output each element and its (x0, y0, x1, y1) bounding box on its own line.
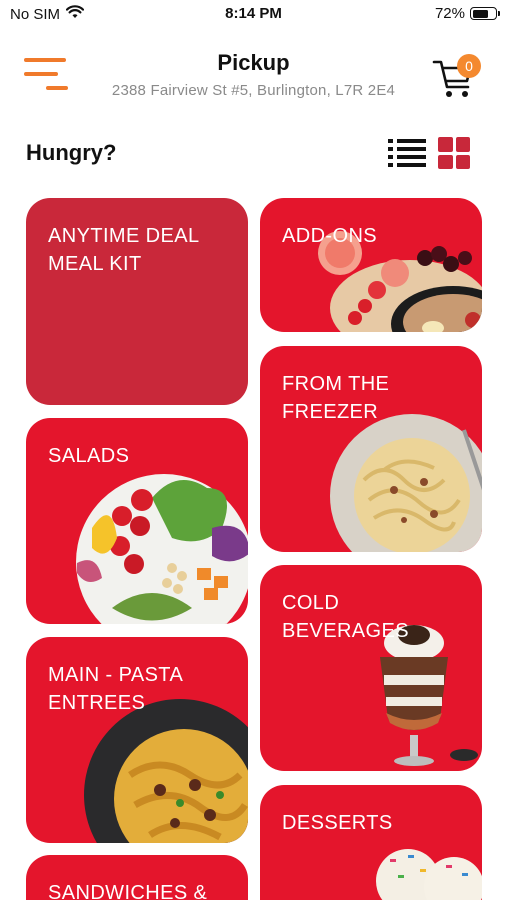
battery-icon (470, 7, 500, 20)
cart-button[interactable]: 0 (432, 54, 490, 98)
category-tile-salads[interactable]: SALADS (26, 418, 248, 624)
category-label: SANDWICHES & (48, 882, 208, 900)
category-tile-desserts[interactable]: DESSERTS (260, 785, 482, 900)
category-tile-meal-kit[interactable]: ANYTIME DEAL MEAL KIT (26, 198, 248, 405)
salad-bowl-image (76, 474, 248, 624)
category-tile-cold-beverages[interactable]: COLD BEVERAGES (260, 565, 482, 771)
battery-percent: 72% (434, 5, 465, 22)
category-label: DESSERTS (282, 812, 393, 834)
section-title: Hungry? (26, 140, 117, 165)
category-tile-pasta-entrees[interactable]: MAIN - PASTA ENTREES (26, 637, 248, 843)
page-title: Pickup (217, 50, 290, 75)
cart-count-badge: 0 (457, 54, 481, 78)
grid-cell (438, 137, 453, 152)
category-label: MAIN - PASTA ENTREES (48, 664, 183, 714)
category-tile-freezer[interactable]: FROM THE FREEZER (260, 346, 482, 552)
category-label: FROM THE FREEZER (282, 373, 390, 423)
battery-level (472, 9, 489, 18)
pickup-header[interactable]: Pickup 2388 Fairview St #5, Burlington, … (80, 50, 427, 99)
grid-view-icon[interactable] (438, 137, 470, 169)
pickup-address: 2388 Fairview St #5, Burlington, L7R 2E4 (111, 82, 396, 99)
grid-cell (455, 137, 470, 152)
grid-cell (455, 154, 470, 169)
menu-line-1 (24, 58, 66, 62)
ice-cream-image (376, 849, 482, 900)
pasta-plate-image (330, 414, 482, 552)
grid-cell (438, 154, 453, 169)
category-label: ADD-ONS (282, 225, 378, 247)
category-label: ANYTIME DEAL MEAL KIT (48, 225, 199, 275)
status-bar: No SIM 8:14 PM 72% (0, 0, 507, 28)
milkshake-image (380, 625, 478, 766)
pasta-bowl-image (84, 699, 248, 843)
menu-line-3 (46, 86, 68, 90)
category-label: SALADS (48, 445, 130, 467)
category-tile-sandwiches[interactable]: SANDWICHES & (26, 855, 248, 900)
status-right: 72% (434, 5, 500, 22)
status-time: 8:14 PM (225, 5, 282, 22)
category-tile-add-ons[interactable]: ADD-ONS (260, 198, 482, 332)
list-view-icon[interactable] (388, 137, 426, 169)
menu-icon[interactable] (24, 56, 72, 96)
category-label: COLD BEVERAGES (282, 592, 409, 642)
menu-line-2 (24, 72, 58, 76)
